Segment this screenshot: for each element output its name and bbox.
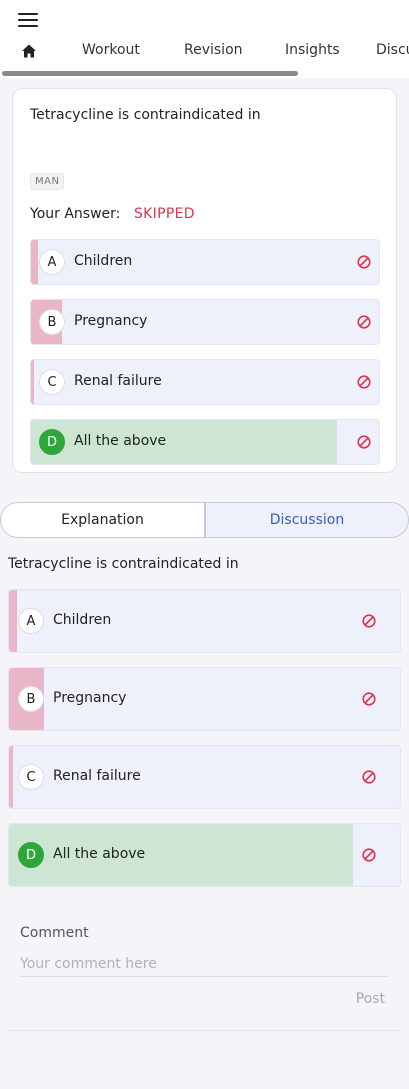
ban-icon [357, 255, 371, 269]
ban-icon [357, 375, 371, 389]
option-letter: C [39, 369, 65, 395]
comment-section: Comment Post [8, 905, 401, 1031]
post-button[interactable]: Post [356, 991, 385, 1007]
option-label: Renal failure [53, 768, 141, 784]
option-label: Children [74, 253, 133, 269]
option-b[interactable]: B Pregnancy [30, 299, 380, 345]
tab-revision[interactable]: Revision [184, 42, 243, 58]
option-letter: A [18, 608, 44, 634]
option-letter: D [18, 842, 44, 868]
option-b[interactable]: B Pregnancy [8, 667, 401, 731]
top-bar: Workout Revision Insights Discu [0, 0, 409, 78]
home-icon[interactable] [21, 43, 37, 59]
tab-discussion-panel[interactable]: Discussion [205, 502, 409, 538]
ban-icon [362, 770, 376, 784]
detail-tabs: Explanation Discussion [0, 502, 409, 538]
comment-label: Comment [20, 925, 89, 941]
tab-insights[interactable]: Insights [285, 42, 340, 58]
tab-workout[interactable]: Workout [82, 42, 140, 58]
option-label: Pregnancy [53, 690, 127, 706]
ban-icon [362, 692, 376, 706]
option-c[interactable]: C Renal failure [8, 745, 401, 809]
option-d[interactable]: D All the above [30, 419, 380, 465]
option-a[interactable]: A Children [8, 589, 401, 653]
option-letter: B [18, 686, 44, 712]
option-a[interactable]: A Children [30, 239, 380, 285]
nav-tabs: Workout Revision Insights Discu [0, 38, 409, 66]
option-label: All the above [53, 846, 146, 862]
subject-tag: MAN [30, 173, 65, 190]
explanation-question-text: Tetracycline is contraindicated in [8, 556, 239, 572]
question-text: Tetracycline is contraindicated in [30, 107, 261, 123]
ban-icon [357, 435, 371, 449]
option-letter: A [39, 249, 65, 275]
menu-icon[interactable] [18, 13, 38, 27]
ban-icon [362, 614, 376, 628]
your-answer-label: Your Answer: [30, 206, 121, 222]
option-c[interactable]: C Renal failure [30, 359, 380, 405]
option-label: Children [53, 612, 112, 628]
ban-icon [362, 848, 376, 862]
comment-input[interactable] [20, 951, 389, 977]
option-letter: D [39, 429, 65, 455]
question-card: Tetracycline is contraindicated in MAN Y… [12, 88, 397, 473]
ban-icon [357, 315, 371, 329]
option-percent-bar [9, 746, 13, 808]
your-answer-status: SKIPPED [134, 206, 195, 222]
option-label: Renal failure [74, 373, 162, 389]
option-percent-bar [31, 240, 38, 284]
tabs-scrollbar[interactable] [2, 71, 298, 76]
option-letter: C [18, 764, 44, 790]
option-percent-bar [9, 590, 17, 652]
option-d[interactable]: D All the above [8, 823, 401, 887]
option-label: Pregnancy [74, 313, 148, 329]
tab-discussion[interactable]: Discu [376, 42, 409, 58]
option-label: All the above [74, 433, 167, 449]
option-percent-bar [31, 360, 35, 404]
option-letter: B [39, 309, 65, 335]
tab-explanation[interactable]: Explanation [0, 502, 205, 538]
